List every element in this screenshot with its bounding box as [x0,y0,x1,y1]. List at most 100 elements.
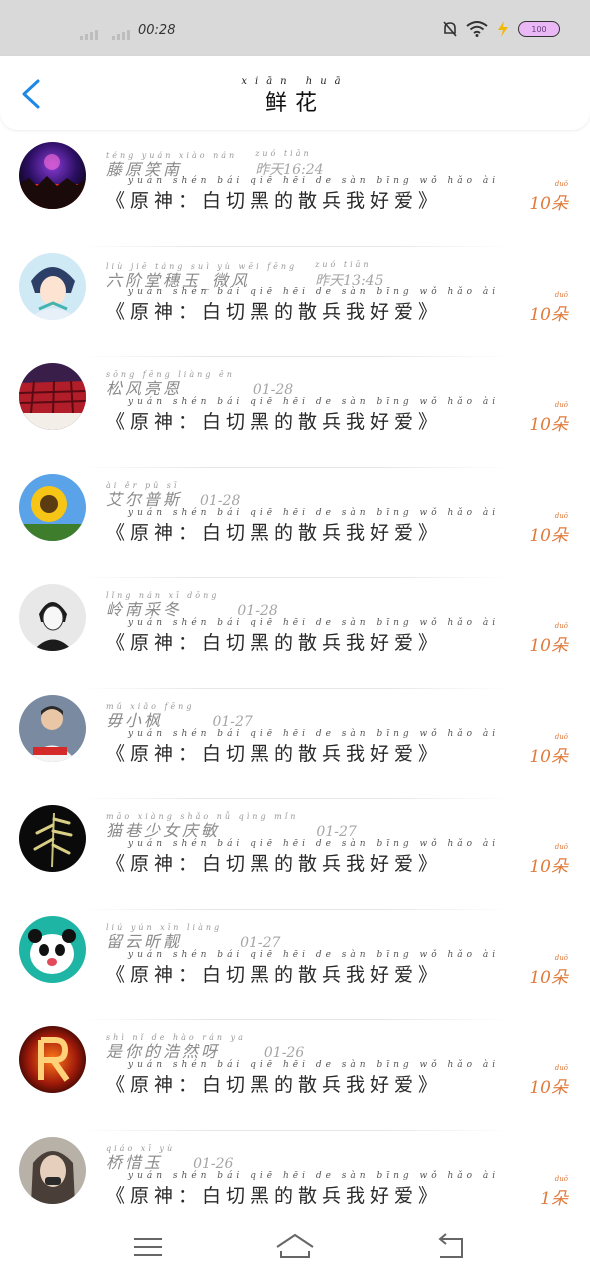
message-pinyin: yuán shén bái qiē hēi de sàn bīng wǒ hǎo… [128,1170,500,1181]
count-pinyin: duǒ [554,180,568,188]
count-pinyin: duǒ [554,1174,568,1183]
message-pinyin: yuán shén bái qiē hēi de sàn bīng wǒ hǎo… [128,507,500,518]
name-pinyin: qiáo xī yù [106,1143,176,1153]
anime-boy-avatar[interactable] [19,252,86,320]
flower-count: 10朵 [529,746,568,767]
letter-r-avatar[interactable] [19,1026,86,1093]
system-nav-bar [0,1214,590,1280]
concert-crowd-avatar[interactable] [19,142,86,209]
message-pinyin: yuán shén bái qiē hēi de sàn bīng wǒ hǎo… [128,618,500,628]
menu-icon[interactable] [128,1231,168,1263]
timestamp: 01-28 [237,603,278,619]
list-item[interactable]: ài ěr pǔ sī 艾尔普斯 01-28 yuán shén bái qiē … [0,468,590,578]
message-pinyin: yuán shén bái qiē hēi de sàn bīng wǒ hǎo… [128,728,500,739]
panda-avatar[interactable] [19,915,86,983]
list-item[interactable]: shì nǐ de hào rán ya 是你的浩然呀 01-26 yuán sh… [0,1020,590,1131]
home-icon[interactable] [275,1231,315,1263]
user-name[interactable]: 留云昕靓 [106,932,222,951]
sunflower-avatar[interactable] [19,473,86,541]
flower-count: 1朵 [540,1188,568,1209]
message-text: 《原神：白切黑的散兵我好爱》 [106,190,443,212]
title-text: 鲜花 [264,91,325,116]
signal-icon [112,30,130,40]
message-text: 《原神：白切黑的散兵我好爱》 [106,1074,443,1096]
time-pinyin [253,372,293,382]
mute-bell-icon [443,21,457,37]
count-pinyin: duǒ [554,1064,568,1072]
red-skirt-avatar[interactable] [19,363,86,430]
time-pinyin: zuó tiān [255,149,312,158]
bamboo-avatar[interactable] [19,805,86,872]
time-pinyin [316,814,356,824]
message-text: 《原神：白切黑的散兵我好爱》 [106,742,443,765]
user-name[interactable]: 猫巷少女庆敏 [106,822,298,840]
timestamp: 01-26 [263,1045,305,1061]
message-text: 《原神：白切黑的散兵我好爱》 [106,521,443,544]
flower-count: 10朵 [529,1078,568,1098]
list-item[interactable]: liù jiē táng suì yù wēi fēng 六阶堂穗玉_微风 zuó… [0,247,590,357]
count-pinyin: duǒ [554,953,568,962]
user-name[interactable]: 松风亮恩 [106,380,235,398]
count-pinyin: duǒ [554,622,568,630]
message-text: 《原神：白切黑的散兵我好爱》 [106,963,443,986]
timestamp: 01-26 [193,1155,234,1172]
wifi-icon [466,21,488,37]
message-text: 《原神：白切黑的散兵我好爱》 [106,300,443,323]
flower-count: 10朵 [529,525,568,546]
gift-list: téng yuán xiào nán 藤原笑南 zuó tiān 昨天16:24 y… [0,136,590,1241]
battery-indicator: 100 [518,21,560,37]
list-item[interactable]: liú yún xīn liàng 留云昕靓 01-27 yuán shén bá… [0,910,590,1020]
flower-count: 10朵 [529,636,568,656]
flower-count: 10朵 [529,194,568,214]
message-pinyin: yuán shén bái qiē hēi de sàn bīng wǒ hǎo… [128,1060,500,1070]
user-name[interactable]: 艾尔普斯 [106,490,182,509]
timestamp: 01-27 [212,713,253,730]
list-item[interactable]: téng yuán xiào nán 藤原笑南 zuó tiān 昨天16:24 y… [0,136,590,247]
count-pinyin: duǒ [554,511,568,520]
anime-sketch-boy-avatar[interactable] [19,584,86,651]
time-pinyin [237,593,277,603]
message-pinyin: yuán shén bái qiē hēi de sàn bīng wǒ hǎo… [128,397,500,407]
flower-count: 10朵 [529,857,568,877]
timestamp: 01-28 [252,382,294,398]
flower-count: 10朵 [529,304,568,325]
page-title: xiān huā 鲜花 [0,76,590,117]
name-pinyin: mǔ xiǎo fēng [106,701,195,711]
time-pinyin [264,1035,304,1045]
time-pinyin [212,704,252,714]
name-pinyin: liú yún xīn liàng [106,922,223,932]
photo-person-avatar[interactable] [19,694,86,762]
message-text: 《原神：白切黑的散兵我好爱》 [106,853,443,875]
user-name[interactable]: 桥惜玉 [106,1153,175,1172]
time-pinyin [200,483,240,493]
message-pinyin: yuán shén bái qiē hēi de sàn bīng wǒ hǎo… [128,176,500,186]
message-text: 《原神：白切黑的散兵我好爱》 [106,411,443,433]
signal-icon [80,30,98,40]
count-pinyin: duǒ [554,290,568,299]
list-item[interactable]: mǔ xiǎo fēng 毋小枫 01-27 yuán shén bái qiē … [0,689,590,799]
timestamp: 01-28 [200,492,241,509]
name-pinyin: ài ěr pǔ sī [106,480,180,490]
list-item[interactable]: māo xiàng shǎo nǚ qìng mǐn 猫巷少女庆敏 01-27 y… [0,799,590,910]
return-icon[interactable] [430,1231,470,1263]
message-pinyin: yuán shén bái qiē hēi de sàn bīng wǒ hǎo… [128,286,500,297]
list-item[interactable]: lǐng nán xī dōng 岭南采冬 01-28 yuán shén bái… [0,578,590,689]
count-pinyin: duǒ [554,843,568,851]
girl-portrait-avatar[interactable] [19,1136,86,1204]
flower-count: 10朵 [529,415,568,435]
list-item[interactable]: sōng fēng liàng ēn 松风亮恩 01-28 yuán shén b… [0,357,590,468]
time-pinyin: zuó tiān [315,259,372,269]
time-pinyin [240,925,280,935]
message-pinyin: yuán shén bái qiē hēi de sàn bīng wǒ hǎo… [128,839,500,849]
count-pinyin: duǒ [554,401,568,409]
name-pinyin: liù jiē táng suì yù wēi fēng [106,261,298,271]
message-text: 《原神：白切黑的散兵我好爱》 [106,1184,443,1207]
user-name[interactable]: 是你的浩然呀 [106,1043,246,1061]
timestamp: 01-27 [316,824,357,840]
user-name[interactable]: 毋小枫 [106,711,194,730]
time-pinyin [193,1146,233,1156]
message-pinyin: yuán shén bái qiē hēi de sàn bīng wǒ hǎo… [128,949,500,960]
user-name[interactable]: 岭南采冬 [106,601,219,619]
header-bar: xiān huā 鲜花 [0,56,590,130]
timestamp: 01-27 [240,934,281,951]
